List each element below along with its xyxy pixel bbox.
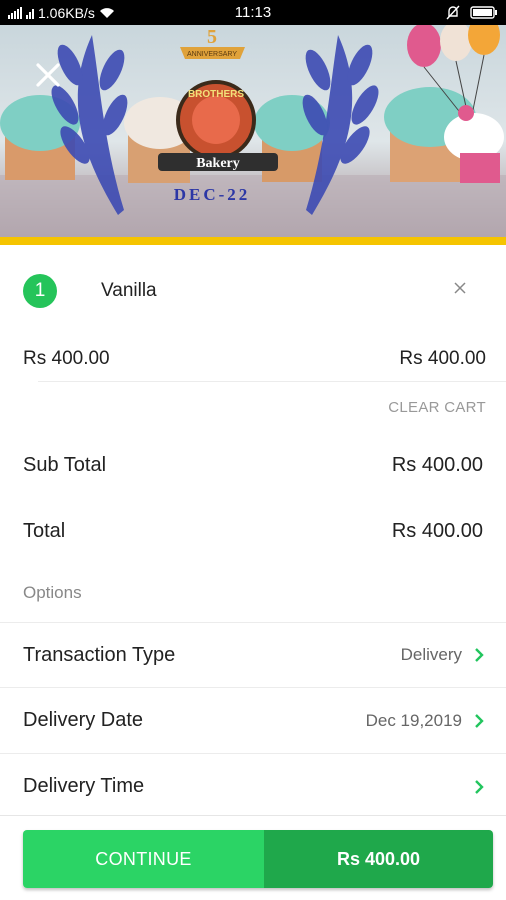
item-name: Vanilla: [101, 280, 157, 301]
total-row: Total Rs 400.00: [0, 498, 506, 564]
subtotal-label: Sub Total: [23, 453, 107, 476]
clear-cart-label: CLEAR CART: [388, 398, 486, 416]
option-value: Dec 19,2019: [365, 710, 462, 730]
clock: 11:13: [234, 4, 272, 21]
banner-accent-stripe: [0, 237, 506, 245]
continue-label[interactable]: CONTINUE: [23, 830, 264, 888]
item-price-row: Rs 400.00 Rs 400.00: [0, 337, 506, 381]
svg-text:5: 5: [207, 26, 217, 48]
continue-button[interactable]: CONTINUE Rs 400.00: [23, 830, 493, 888]
close-icon: [454, 282, 466, 294]
option-label: Transaction Type: [23, 643, 176, 666]
checkout-bar: CONTINUE Rs 400.00: [0, 815, 506, 900]
option-delivery-time[interactable]: Delivery Time: [0, 754, 506, 820]
cart-item: 1 Vanilla: [0, 245, 506, 337]
option-transaction-type[interactable]: Transaction Type Delivery: [0, 622, 506, 688]
svg-text:Bakery: Bakery: [196, 156, 240, 171]
status-bar: 1.06KB/s 11:13: [0, 0, 506, 25]
cart-content: 1 Vanilla Rs 400.00 Rs 400.00 CLEAR CART…: [0, 245, 506, 820]
chevron-right-icon: [472, 644, 486, 666]
subtotal-row: Sub Total Rs 400.00: [0, 432, 506, 498]
chevron-right-icon: [472, 776, 486, 798]
clear-cart-button[interactable]: CLEAR CART: [0, 382, 506, 432]
total-label: Total: [23, 519, 66, 542]
subtotal-value: Rs 400.00: [391, 453, 483, 476]
banner-artwork: ANNIVERSARY 5 BROTHERS Bakery DEC-22: [0, 25, 506, 237]
store-banner: ANNIVERSARY 5 BROTHERS Bakery DEC-22: [0, 25, 506, 237]
svg-text:DEC-22: DEC-22: [174, 185, 251, 204]
option-delivery-date[interactable]: Delivery Date Dec 19,2019: [0, 688, 506, 754]
quantity-badge[interactable]: 1: [23, 274, 57, 308]
total-value: Rs 400.00: [391, 519, 483, 542]
close-icon: [36, 63, 60, 87]
svg-text:BROTHERS: BROTHERS: [188, 89, 244, 100]
line-total: Rs 400.00: [399, 348, 486, 369]
svg-text:ANNIVERSARY: ANNIVERSARY: [187, 51, 237, 58]
options-heading: Options: [23, 583, 82, 602]
unit-price: Rs 400.00: [23, 348, 110, 369]
checkout-amount[interactable]: Rs 400.00: [264, 830, 493, 888]
chevron-right-icon: [472, 710, 486, 732]
option-value: Delivery: [400, 645, 462, 664]
option-label: Delivery Date: [23, 709, 144, 731]
option-label: Delivery Time: [23, 775, 145, 797]
remove-item-button[interactable]: [454, 277, 466, 300]
close-button[interactable]: [30, 57, 66, 93]
